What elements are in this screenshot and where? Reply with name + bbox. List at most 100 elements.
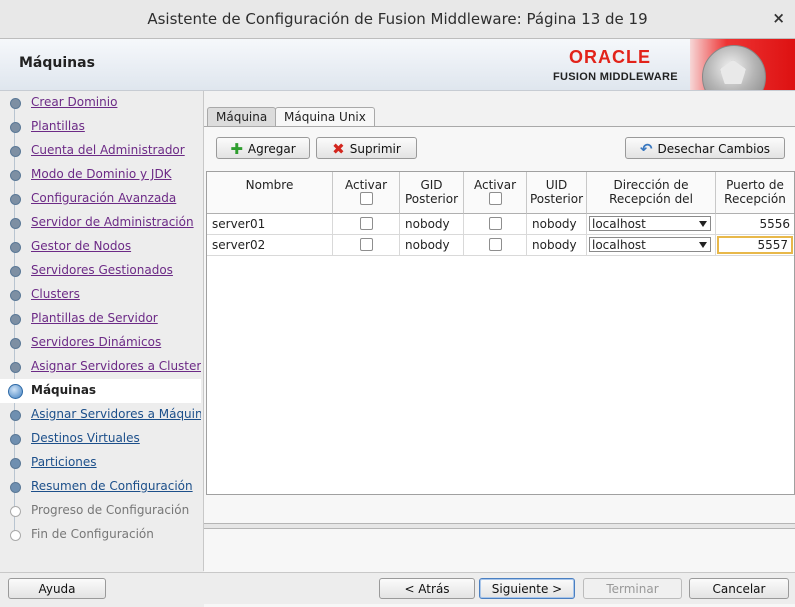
nav-step-item[interactable]: Cuenta del Administrador (0, 139, 201, 163)
step-indicator-icon (8, 384, 23, 399)
step-indicator-icon (10, 410, 21, 421)
nav-step-label: Destinos Virtuales (31, 431, 140, 445)
nav-step-label: Plantillas de Servidor (31, 311, 158, 325)
nav-step-item[interactable]: Servidores Gestionados (0, 259, 201, 283)
step-indicator-icon (10, 98, 21, 109)
nav-step-item[interactable]: Máquinas (0, 379, 201, 403)
delete-x-icon: ✖ (332, 140, 345, 158)
nav-step-label: Particiones (31, 455, 97, 469)
nav-step-item[interactable]: Servidores Dinámicos (0, 331, 201, 355)
step-indicator-icon (10, 362, 21, 373)
header-activar-gid-label: Activar (344, 178, 388, 192)
cell-puerto[interactable]: 5556 (716, 214, 794, 234)
next-button[interactable]: Siguiente > (479, 578, 575, 599)
nav-step-item[interactable]: Asignar Servidores a Clusters (0, 355, 201, 379)
delete-button-label: Suprimir (349, 142, 401, 156)
finish-button[interactable]: Terminar (583, 578, 682, 599)
cell-activar-gid[interactable] (333, 214, 400, 234)
header-activar-uid[interactable]: Activar (464, 172, 527, 214)
cell-activar-gid[interactable] (333, 235, 400, 255)
step-indicator-icon (10, 122, 21, 133)
nav-step-item[interactable]: Plantillas (0, 115, 201, 139)
nav-step-item[interactable]: Configuración Avanzada (0, 187, 201, 211)
tab-panel: ✚ Agregar ✖ Suprimir ↶ Desechar Cambios Nom… (204, 126, 795, 607)
nav-step-item[interactable]: Clusters (0, 283, 201, 307)
close-icon[interactable]: × (772, 9, 785, 27)
cell-gid[interactable]: nobody (400, 214, 464, 234)
cell-nombre[interactable]: server01 (207, 214, 333, 234)
row-checkbox[interactable] (359, 238, 373, 251)
main-content: Máquina Máquina Unix ✚ Agregar ✖ Suprimir … (203, 91, 795, 607)
nav-step-label: Configuración Avanzada (31, 191, 177, 205)
nav-step-item[interactable]: Particiones (0, 451, 201, 475)
listen-address-value: localhost (592, 217, 646, 231)
step-indicator-icon (10, 194, 21, 205)
cell-puerto[interactable]: 5557 (716, 235, 794, 255)
dropdown-arrow-icon (699, 221, 707, 227)
cell-nombre[interactable]: server02 (207, 235, 333, 255)
header-gid[interactable]: GID Posterior (400, 172, 464, 214)
header-nombre[interactable]: Nombre (207, 172, 333, 214)
tab-maquina-unix[interactable]: Máquina Unix (275, 107, 375, 128)
row-checkbox[interactable] (359, 217, 373, 230)
window-titlebar: Asistente de Configuración de Fusion Mid… (0, 0, 795, 39)
nav-step-item[interactable]: Asignar Servidores a Máquinas (0, 403, 201, 427)
nav-step-label: Asignar Servidores a Clusters (31, 359, 201, 373)
step-indicator-icon (10, 146, 21, 157)
cell-direccion[interactable]: localhost (587, 214, 716, 234)
wizard-steps-nav: Crear Dominio Plantillas Cuenta del Admini… (0, 91, 201, 571)
step-indicator-icon (10, 506, 21, 517)
header-direccion[interactable]: Dirección de Recepción del (587, 172, 716, 214)
cell-uid[interactable]: nobody (527, 214, 587, 234)
header-uid-label-2: Posterior (529, 192, 584, 206)
header-gid-label-2: Posterior (404, 192, 459, 206)
step-indicator-icon (10, 530, 21, 541)
header-activar-uid-checkbox[interactable] (488, 192, 502, 205)
nav-step-item: Progreso de Configuración (0, 499, 201, 523)
header-puerto[interactable]: Puerto de Recepción (716, 172, 794, 214)
cancel-button[interactable]: Cancelar (689, 578, 789, 599)
add-button[interactable]: ✚ Agregar (216, 137, 310, 159)
discard-changes-button[interactable]: ↶ Desechar Cambios (625, 137, 785, 159)
table-row[interactable]: server01 nobody nobody localhost 5556 (207, 214, 794, 235)
header-activar-gid-checkbox[interactable] (359, 192, 373, 205)
plus-icon: ✚ (230, 140, 243, 158)
step-indicator-icon (10, 218, 21, 229)
header-activar-gid[interactable]: Activar (333, 172, 400, 214)
listen-address-dropdown[interactable]: localhost (589, 216, 711, 231)
cell-direccion[interactable]: localhost (587, 235, 716, 255)
cell-uid[interactable]: nobody (527, 235, 587, 255)
header-uid-label: UID (545, 178, 568, 192)
dropdown-arrow-icon (699, 242, 707, 248)
tab-maquina[interactable]: Máquina (207, 107, 277, 127)
nav-step-item[interactable]: Servidor de Administración (0, 211, 201, 235)
nav-step-item[interactable]: Plantillas de Servidor (0, 307, 201, 331)
nav-step-label: Clusters (31, 287, 80, 301)
header-direccion-label: Dirección de (613, 178, 689, 192)
nav-step-label: Crear Dominio (31, 95, 118, 109)
listen-address-dropdown[interactable]: localhost (589, 237, 711, 252)
nav-step-item[interactable]: Crear Dominio (0, 91, 201, 115)
table-row[interactable]: server02 nobody nobody localhost 5557 (207, 235, 794, 256)
row-checkbox[interactable] (488, 238, 502, 251)
back-button[interactable]: < Atrás (379, 578, 475, 599)
help-button[interactable]: Ayuda (8, 578, 106, 599)
step-indicator-icon (10, 482, 21, 493)
cell-activar-uid[interactable] (464, 214, 527, 234)
header-uid[interactable]: UID Posterior (527, 172, 587, 214)
nav-step-item[interactable]: Resumen de Configuración (0, 475, 201, 499)
nav-step-item[interactable]: Gestor de Nodos (0, 235, 201, 259)
nav-step-label: Resumen de Configuración (31, 479, 193, 493)
row-checkbox[interactable] (488, 217, 502, 230)
listen-port-input[interactable]: 5557 (717, 236, 793, 254)
delete-button[interactable]: ✖ Suprimir (316, 137, 417, 159)
nav-step-item[interactable]: Modo de Dominio y JDK (0, 163, 201, 187)
step-indicator-icon (10, 290, 21, 301)
nav-step-item: Fin de Configuración (0, 523, 201, 547)
page-title: Máquinas (19, 55, 95, 71)
nav-step-item[interactable]: Destinos Virtuales (0, 427, 201, 451)
wizard-footer: Ayuda < Atrás Siguiente > Terminar Cance… (0, 572, 795, 604)
cell-gid[interactable]: nobody (400, 235, 464, 255)
cell-activar-uid[interactable] (464, 235, 527, 255)
header-activar-uid-label: Activar (473, 178, 517, 192)
